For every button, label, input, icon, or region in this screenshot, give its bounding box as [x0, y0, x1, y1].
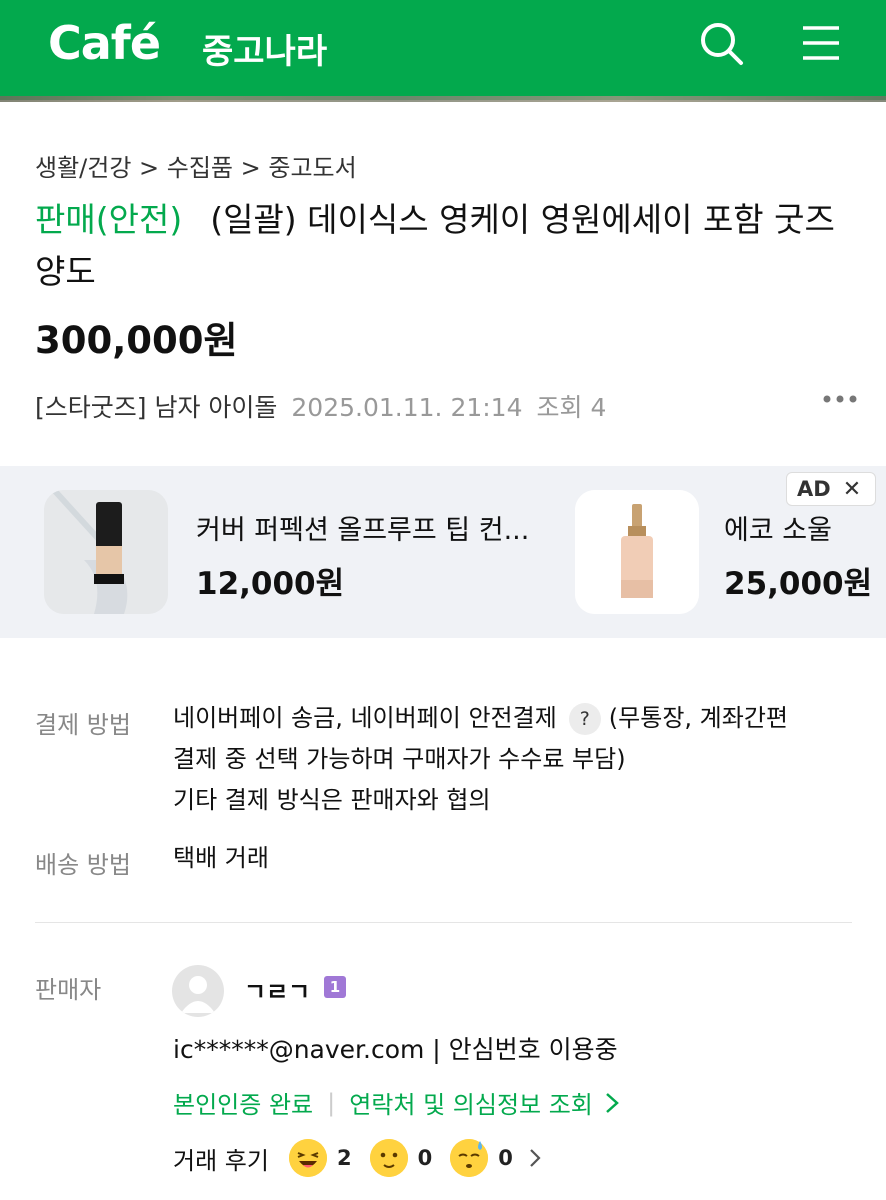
post-views: 조회 4: [536, 393, 607, 422]
close-icon[interactable]: ✕: [843, 477, 861, 502]
cafe-logo[interactable]: Café: [48, 16, 161, 70]
delivery-method-value: 택배 거래: [173, 844, 269, 872]
payment-methods-note: (무통장, 계좌간편: [608, 704, 788, 732]
seller-contact: ic******@naver.com | 안심번호 이용중: [173, 1035, 618, 1064]
search-icon[interactable]: [698, 20, 744, 66]
identity-verified: 본인인증 완료: [173, 1091, 314, 1119]
seller-name[interactable]: ㄱㄹㄱ: [244, 972, 310, 1007]
payment-methods: 네이버페이 송금, 네이버페이 안전결제: [173, 704, 557, 732]
review-count-good: 2: [336, 1146, 352, 1170]
payment-methods-note-cont: 결제 중 선택 가능하며 구매자가 수수료 부담): [173, 745, 626, 773]
laughing-face-icon: [288, 1139, 327, 1177]
ad-label: AD: [797, 477, 831, 501]
member-level-badge: 1: [324, 976, 346, 998]
menu-icon[interactable]: [800, 22, 842, 64]
ad-item-title[interactable]: 에코 소울: [724, 508, 832, 547]
payment-method-label: 결제 방법: [35, 711, 131, 739]
review-count-neutral: 0: [417, 1146, 433, 1170]
chevron-right-icon[interactable]: [601, 1090, 623, 1116]
suspicious-info-lookup-link[interactable]: 연락처 및 의심정보 조회: [349, 1085, 593, 1120]
help-icon[interactable]: ?: [568, 703, 601, 735]
app-header: Café 중고나라: [0, 0, 886, 100]
delivery-method-label: 배송 방법: [35, 851, 131, 879]
sweat-face-icon: [450, 1139, 489, 1177]
ad-item-price[interactable]: 25,000원: [724, 558, 872, 603]
ad-product-image[interactable]: [575, 490, 699, 614]
separator: |: [327, 1088, 336, 1117]
cafe-name[interactable]: 중고나라: [202, 24, 327, 73]
payment-method-value: 네이버페이 송금, 네이버페이 안전결제? (무통장, 계좌간편 결제 중 선택 …: [173, 698, 788, 821]
neutral-face-icon: [369, 1139, 408, 1177]
ad-badge[interactable]: AD ✕: [786, 472, 876, 506]
payment-other: 기타 결제 방식은 판매자와 협의: [173, 786, 491, 814]
seller-label: 판매자: [35, 976, 102, 1004]
post-meta: [스타굿즈] 남자 아이돌 2025.01.11. 21:14 조회 4: [35, 388, 606, 424]
ad-item-title[interactable]: 커버 퍼펙션 올프루프 팁 컨...: [196, 508, 529, 547]
post-category[interactable]: [스타굿즈] 남자 아이돌: [35, 393, 277, 422]
ad-banner: 커버 퍼펙션 올프루프 팁 컨... 12,000원 에코 소울 25,000원…: [0, 466, 886, 638]
post-price: 300,000원: [35, 319, 238, 362]
post-date: 2025.01.11. 21:14: [291, 393, 523, 422]
ad-product-image[interactable]: [44, 490, 168, 614]
seller-verification-row: 본인인증 완료 | 연락처 및 의심정보 조회: [173, 1085, 623, 1120]
more-options-icon[interactable]: [820, 392, 860, 406]
post-title: 판매(안전) (일괄) 데이식스 영케이 영원에세이 포함 굿즈 양도: [35, 194, 850, 298]
chevron-right-icon[interactable]: [525, 1146, 545, 1170]
ad-item-price[interactable]: 12,000원: [196, 558, 344, 603]
header-image-strip: [0, 96, 886, 102]
review-count-bad: 0: [498, 1146, 513, 1170]
trade-review-label: 거래 후기: [173, 1146, 269, 1175]
section-divider: [35, 922, 852, 923]
avatar[interactable]: [172, 965, 224, 1017]
sale-status-badge: 판매(안전): [35, 200, 183, 239]
breadcrumb[interactable]: 생활/건강 > 수집품 > 중고도서: [35, 148, 357, 183]
trade-reviews-row[interactable]: 거래 후기 2 0 0: [173, 1136, 545, 1180]
